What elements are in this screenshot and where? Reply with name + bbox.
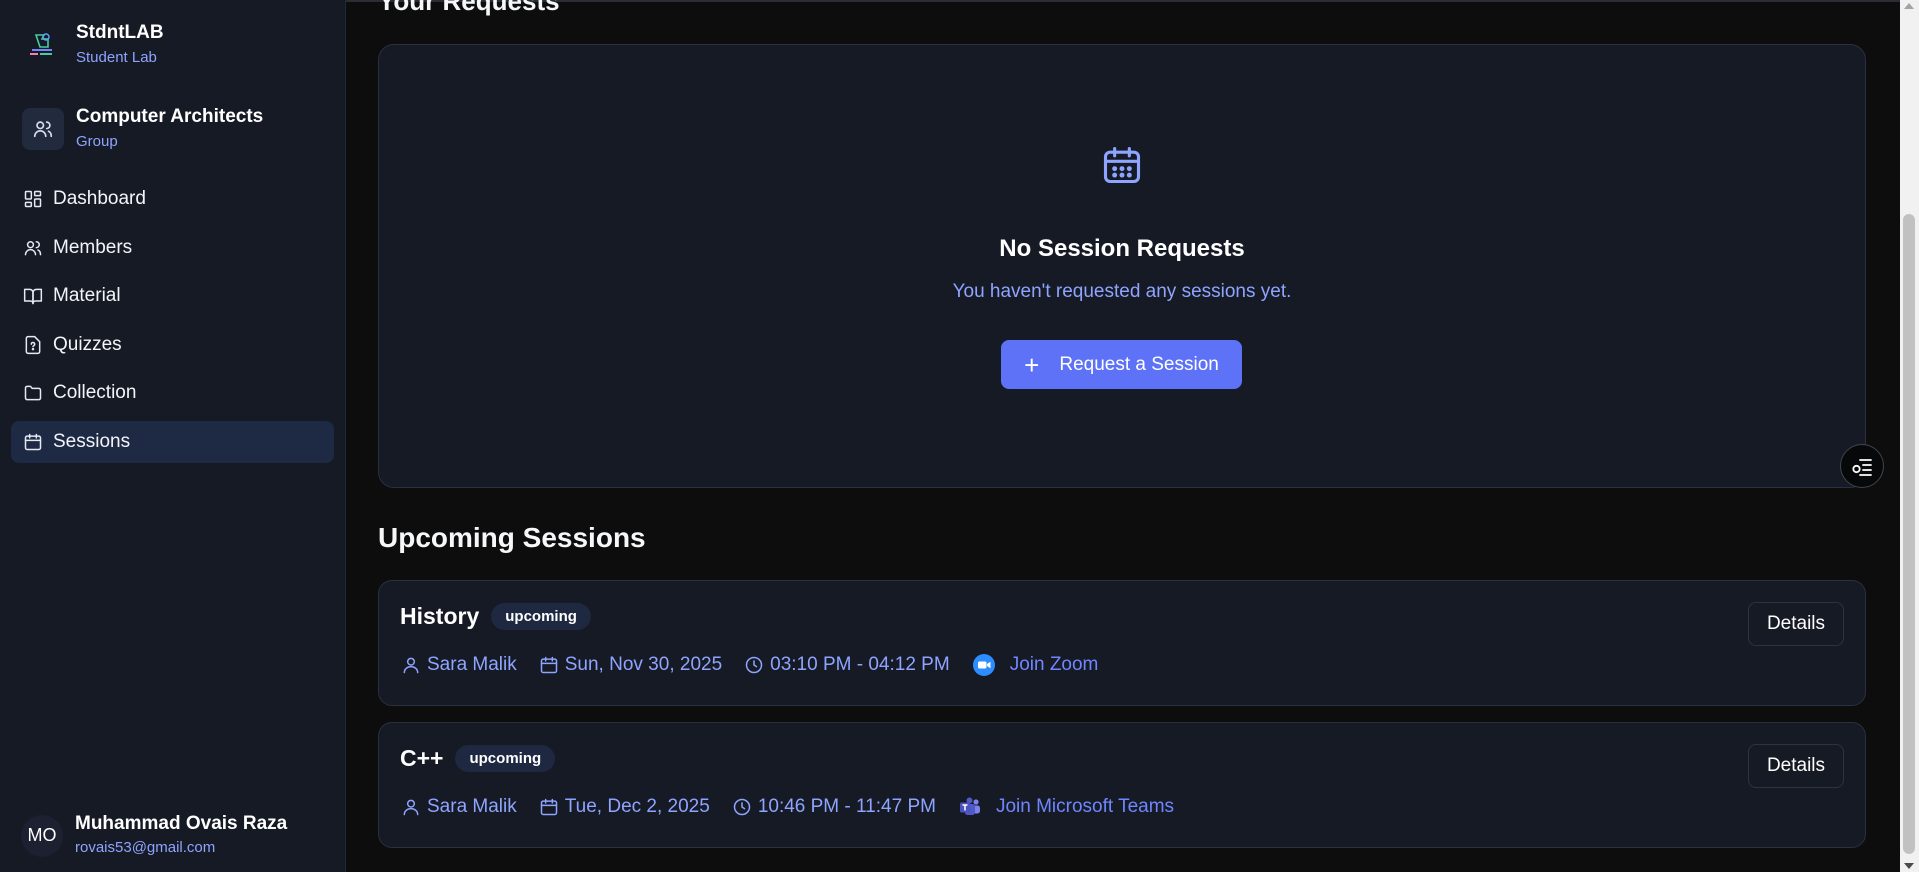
- date-text: Tue, Dec 2, 2025: [564, 796, 710, 817]
- join-label: Join Zoom: [1009, 654, 1099, 675]
- sidebar-item-label: Material: [53, 285, 121, 307]
- sidebar-item-label: Dashboard: [53, 188, 146, 209]
- calendar-icon: [24, 433, 42, 451]
- sidebar-item-label: Sessions: [53, 430, 131, 452]
- details-button[interactable]: Details: [1748, 602, 1844, 646]
- session-date: Sun, Nov 30, 2025: [539, 654, 722, 676]
- user-icon: [403, 799, 419, 816]
- folder-icon: [24, 385, 42, 401]
- join-teams-link[interactable]: Join Microsoft Teams: [958, 795, 1174, 819]
- clock-icon: [745, 656, 763, 674]
- session-title: C++: [400, 745, 444, 771]
- host-name: Sara Malik: [427, 654, 517, 675]
- sidebar: StdntLAB Student Lab Computer Architects…: [0, 0, 346, 872]
- request-session-label: Request a Session: [1059, 353, 1219, 375]
- filter-settings-icon: [1852, 459, 1872, 476]
- date-text: Sun, Nov 30, 2025: [564, 654, 723, 675]
- sidebar-item-label: Quizzes: [53, 333, 122, 355]
- brand-subtitle: Student Lab: [76, 49, 157, 66]
- requests-heading: Your Requests: [378, 0, 560, 16]
- sidebar-item-dashboard[interactable]: Dashboard: [11, 178, 334, 220]
- upcoming-heading: Upcoming Sessions: [378, 522, 646, 553]
- user-icon: [403, 657, 419, 674]
- clock-icon: [733, 798, 751, 816]
- sidebar-item-collection[interactable]: Collection: [11, 372, 334, 414]
- filter-settings-button[interactable]: [1840, 444, 1884, 488]
- sidebar-item-label: Collection: [53, 382, 137, 404]
- brand-title: StdntLAB: [76, 22, 164, 43]
- group-name: Computer Architects: [76, 106, 264, 127]
- scrollbar[interactable]: [1900, 0, 1919, 872]
- calendar-icon: [1100, 143, 1144, 187]
- scroll-up-arrow-icon[interactable]: [1904, 3, 1914, 9]
- empty-state-title: No Session Requests: [999, 235, 1245, 262]
- session-host: Sara Malik: [401, 796, 517, 818]
- plus-icon: +: [1024, 349, 1040, 380]
- user-profile[interactable]: MO Muhammad Ovais Raza rovais53@gmail.co…: [21, 813, 287, 858]
- session-time: 03:10 PM - 04:12 PM: [744, 654, 950, 676]
- host-name: Sara Malik: [427, 796, 517, 817]
- sidebar-item-members[interactable]: Members: [11, 227, 334, 269]
- user-name: Muhammad Ovais Raza: [75, 813, 288, 834]
- brand[interactable]: StdntLAB Student Lab: [22, 22, 164, 68]
- user-email: rovais53@gmail.com: [75, 839, 216, 856]
- details-button[interactable]: Details: [1748, 744, 1844, 788]
- zoom-icon: [972, 654, 995, 676]
- sidebar-nav: Dashboard Members Material Quizzes Colle…: [11, 178, 334, 470]
- teams-icon: [959, 797, 980, 815]
- time-text: 10:46 PM - 11:47 PM: [757, 796, 936, 817]
- sidebar-item-material[interactable]: Material: [11, 275, 334, 317]
- scroll-down-arrow-icon[interactable]: [1904, 863, 1914, 869]
- group-switcher[interactable]: Computer Architects Group: [22, 106, 263, 152]
- session-time: 10:46 PM - 11:47 PM: [732, 796, 936, 818]
- sidebar-item-label: Members: [53, 236, 133, 258]
- request-session-button[interactable]: + Request a Session: [1001, 340, 1242, 389]
- sidebar-item-quizzes[interactable]: Quizzes: [11, 324, 334, 366]
- join-label: Join Microsoft Teams: [995, 796, 1175, 817]
- calendar-icon: [540, 798, 557, 816]
- status-badge: upcoming: [491, 603, 591, 630]
- sidebar-item-sessions[interactable]: Sessions: [11, 420, 334, 463]
- users-icon: [22, 108, 64, 150]
- session-title: History: [400, 603, 480, 629]
- scrollbar-thumb[interactable]: [1903, 214, 1915, 854]
- users-icon: [24, 240, 42, 256]
- requests-card: No Session Requests You haven't requeste…: [378, 44, 1866, 488]
- dashboard-icon: [24, 190, 42, 208]
- time-text: 03:10 PM - 04:12 PM: [770, 654, 950, 675]
- group-type: Group: [76, 133, 118, 150]
- session-host: Sara Malik: [401, 654, 517, 676]
- brand-logo-icon: [22, 25, 62, 65]
- book-icon: [23, 288, 43, 305]
- session-card: C++ upcoming Sara Malik Tue, Dec 2, 2025…: [378, 722, 1866, 848]
- quiz-icon: [25, 335, 41, 354]
- session-date: Tue, Dec 2, 2025: [539, 796, 710, 818]
- avatar: MO: [21, 814, 63, 857]
- empty-state-text: You haven't requested any sessions yet.: [952, 281, 1292, 302]
- calendar-icon: [540, 656, 557, 674]
- join-zoom-link[interactable]: Join Zoom: [972, 653, 1099, 677]
- status-badge: upcoming: [455, 745, 556, 772]
- session-card: History upcoming Sara Malik Sun, Nov 30,…: [378, 580, 1866, 706]
